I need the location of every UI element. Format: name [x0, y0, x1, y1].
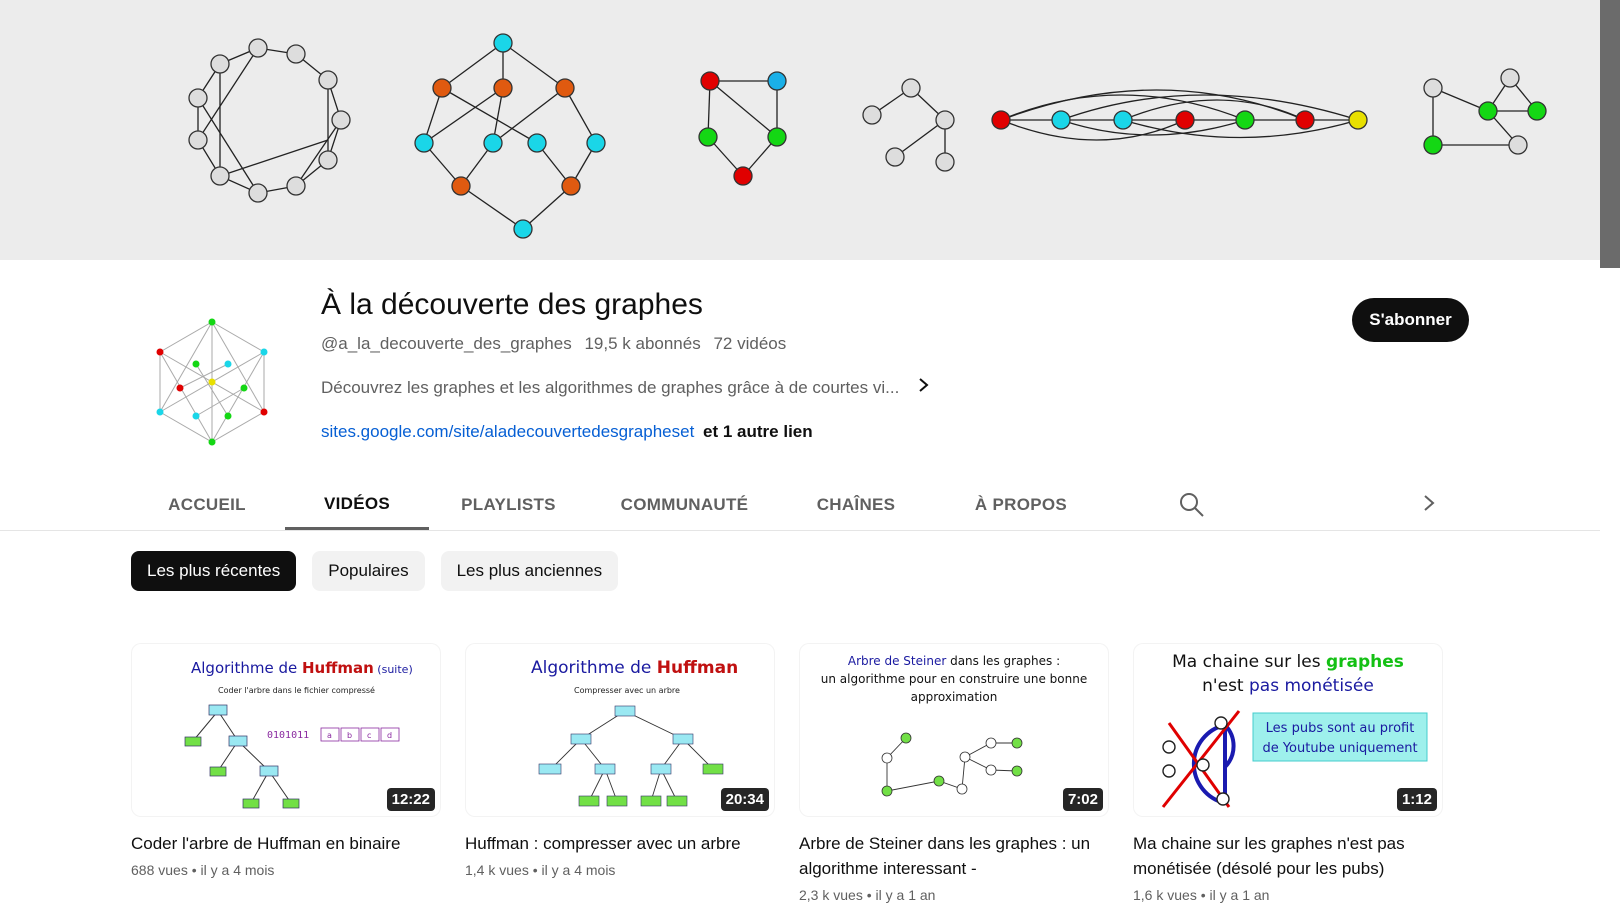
search-icon-svg [1180, 493, 1204, 517]
video-meta: 2,3 k vues • il y a 1 an [799, 887, 936, 903]
thumb-text: Huffman [657, 658, 738, 678]
subscriber-count: 19,5 k abonnés [584, 334, 701, 353]
channel-website-link[interactable]: sites.google.com/site/aladecouvertedesgr… [321, 422, 694, 441]
video-thumbnail[interactable]: Algorithme de Huffman Compresser avec un… [465, 643, 775, 817]
page-scrollbar-thumb[interactable] [1600, 0, 1620, 268]
channel-banner [0, 0, 1600, 260]
svg-text:Arbre de Steiner dans les grap: Arbre de Steiner dans les graphes : [848, 654, 1060, 668]
thumb-text: Algorithme de [531, 658, 657, 678]
video-duration: 20:34 [720, 788, 769, 811]
video-duration: 1:12 [1396, 788, 1437, 811]
tab-communaute[interactable]: COMMUNAUTÉ [597, 480, 772, 530]
video-duration: 7:02 [1062, 788, 1103, 811]
thumb-text: Ma chaine sur les [1172, 652, 1326, 672]
video-title[interactable]: Coder l'arbre de Huffman en binaire [131, 831, 431, 856]
thumb-text: Huffman [302, 659, 374, 677]
chip-most-recent[interactable]: Les plus récentes [131, 551, 297, 591]
video-count: 72 vidéos [713, 334, 787, 353]
chevron-right-icon[interactable] [917, 376, 929, 400]
video-views: 1,6 k vues [1133, 887, 1197, 903]
thumb-text: Arbre de Steiner [848, 654, 946, 668]
thumb-text: pas monétisée [1249, 676, 1374, 696]
video-title[interactable]: Ma chaine sur les graphes n'est pas moné… [1133, 831, 1433, 881]
video-views: 1,4 k vues [465, 862, 529, 878]
video-meta: 1,6 k vues • il y a 1 an [1133, 887, 1270, 903]
thumb-text: 0101011 [267, 730, 309, 741]
tab-chaines[interactable]: CHAÎNES [782, 480, 930, 530]
thumb-text: Coder l'arbre dans le fichier compressé [218, 685, 375, 695]
tab-accueil[interactable]: ACCUEIL [131, 480, 283, 530]
svg-text:n'est pas monétisée: n'est pas monétisée [1202, 676, 1374, 696]
cube-graph-logo [156, 318, 268, 446]
video-meta: 1,4 k vues • il y a 4 mois [465, 862, 616, 878]
tab-playlists[interactable]: PLAYLISTS [431, 480, 586, 530]
banner-graphs-illustration [188, 33, 1547, 239]
thumb-text: de Youtube uniquement [1262, 741, 1417, 756]
thumb-text: n'est [1202, 676, 1249, 696]
video-title[interactable]: Huffman : compresser avec un arbre [465, 831, 765, 856]
video-age: il y a 4 mois [200, 862, 275, 878]
channel-description[interactable]: Découvrez les graphes et les algorithmes… [321, 376, 929, 400]
subscribe-button[interactable]: S'abonner [1352, 298, 1469, 342]
tabs-next-chevron-svg [1424, 495, 1435, 511]
thumb-text: Algorithme de [191, 659, 302, 677]
channel-meta: @a_la_decouverte_des_graphes 19,5 k abon… [321, 334, 794, 354]
chevron-right-icon[interactable] [1422, 490, 1436, 522]
chevron-right-icon-svg [919, 378, 929, 392]
sort-chips: Les plus récentes Populaires Les plus an… [131, 551, 634, 591]
video-card[interactable]: Algorithme de Huffman (suite) Coder l'ar… [131, 643, 441, 878]
channel-tabs: ACCUEIL VIDÉOS PLAYLISTS COMMUNAUTÉ CHAÎ… [131, 480, 1601, 530]
video-card[interactable]: Arbre de Steiner dans les graphes : un a… [799, 643, 1109, 903]
tab-a-propos[interactable]: À PROPOS [941, 480, 1101, 530]
description-text: Découvrez les graphes et les algorithmes… [321, 378, 900, 397]
channel-handle: @a_la_decouverte_des_graphes [321, 334, 572, 353]
tabs-divider [0, 530, 1600, 531]
search-icon[interactable] [1179, 492, 1205, 523]
video-card[interactable]: Algorithme de Huffman Compresser avec un… [465, 643, 775, 878]
video-thumbnail[interactable]: Arbre de Steiner dans les graphes : un a… [799, 643, 1109, 817]
video-duration: 12:22 [386, 788, 435, 811]
thumb-text: (suite) [374, 663, 413, 676]
video-card[interactable]: Ma chaine sur les graphes n'est pas moné… [1133, 643, 1443, 903]
video-age: il y a 4 mois [541, 862, 616, 878]
video-meta: 688 vues • il y a 4 mois [131, 862, 275, 878]
thumb-text: b [347, 731, 352, 740]
more-links-link[interactable]: et 1 autre lien [703, 422, 813, 441]
thumb-text: approximation [911, 690, 998, 704]
channel-title: À la découverte des graphes [321, 288, 703, 321]
video-views: 688 vues [131, 862, 188, 878]
thumb-text: Compresser avec un arbre [574, 686, 680, 695]
thumb-text: graphes [1326, 652, 1404, 672]
video-title[interactable]: Arbre de Steiner dans les graphes : un a… [799, 831, 1099, 881]
thumb-text: c [367, 731, 371, 740]
video-thumbnail[interactable]: Ma chaine sur les graphes n'est pas moné… [1133, 643, 1443, 817]
video-age: il y a 1 an [875, 887, 936, 903]
thumb-text: Les pubs sont au profit [1266, 721, 1415, 736]
channel-links: sites.google.com/site/aladecouvertedesgr… [321, 422, 813, 442]
chip-oldest[interactable]: Les plus anciennes [440, 551, 619, 591]
tab-videos[interactable]: VIDÉOS [285, 480, 429, 530]
svg-text:Ma chaine sur les graphes: Ma chaine sur les graphes [1172, 652, 1404, 672]
channel-avatar[interactable] [132, 304, 292, 464]
svg-text:Algorithme de Huffman: Algorithme de Huffman [531, 658, 738, 678]
thumb-text: d [387, 731, 392, 740]
video-views: 2,3 k vues [799, 887, 863, 903]
video-age: il y a 1 an [1209, 887, 1270, 903]
video-thumbnail[interactable]: Algorithme de Huffman (suite) Coder l'ar… [131, 643, 441, 817]
svg-text:Algorithme de Huffman (suite): Algorithme de Huffman (suite) [191, 659, 413, 677]
thumb-text: un algorithme pour en construire une bon… [821, 672, 1087, 686]
chip-popular[interactable]: Populaires [312, 551, 425, 591]
thumb-text: dans les graphes : [946, 654, 1060, 668]
thumb-text: a [327, 731, 332, 740]
